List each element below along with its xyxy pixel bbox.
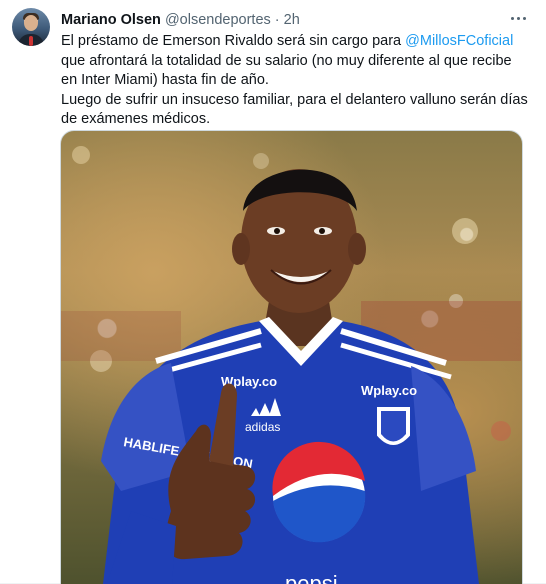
tweet-text-part-1: El préstamo de Emerson Rivaldo será sin … [61, 33, 406, 49]
author-avatar[interactable] [12, 8, 50, 46]
tweet-photo[interactable]: HABLIFE NUTRITION Wplay.co Wplay.co adid… [60, 130, 523, 584]
tweet-paragraph-1: El préstamo de Emerson Rivaldo será sin … [61, 32, 531, 91]
separator-dot: · [274, 12, 280, 28]
tweet-text-part-2: que afrontará la totalidad de su salario… [61, 52, 512, 89]
tweet-header: Mariano Olsen @olsendeportes · 2h [61, 11, 300, 29]
author-name[interactable]: Mariano Olsen [61, 12, 161, 28]
tweet-text: El préstamo de Emerson Rivaldo será sin … [61, 32, 531, 130]
more-options-icon[interactable] [508, 10, 528, 26]
author-handle[interactable]: @olsendeportes [165, 12, 271, 28]
player-photo-illustration: HABLIFE NUTRITION Wplay.co Wplay.co adid… [61, 146, 521, 584]
jersey-brand: adidas [245, 420, 280, 434]
jersey-main-sponsor: pepsi [285, 571, 338, 584]
tweet-paragraph-2: Luego de sufrir un insuceso familiar, pa… [61, 91, 528, 128]
tweet-timestamp[interactable]: 2h [284, 12, 300, 28]
jersey-sponsor-right: Wplay.co [361, 383, 417, 398]
club-crest-icon [375, 405, 412, 447]
mention-link[interactable]: @MillosFCoficial [405, 33, 513, 49]
tweet-card[interactable]: Mariano Olsen @olsendeportes · 2h El pré… [0, 0, 546, 584]
